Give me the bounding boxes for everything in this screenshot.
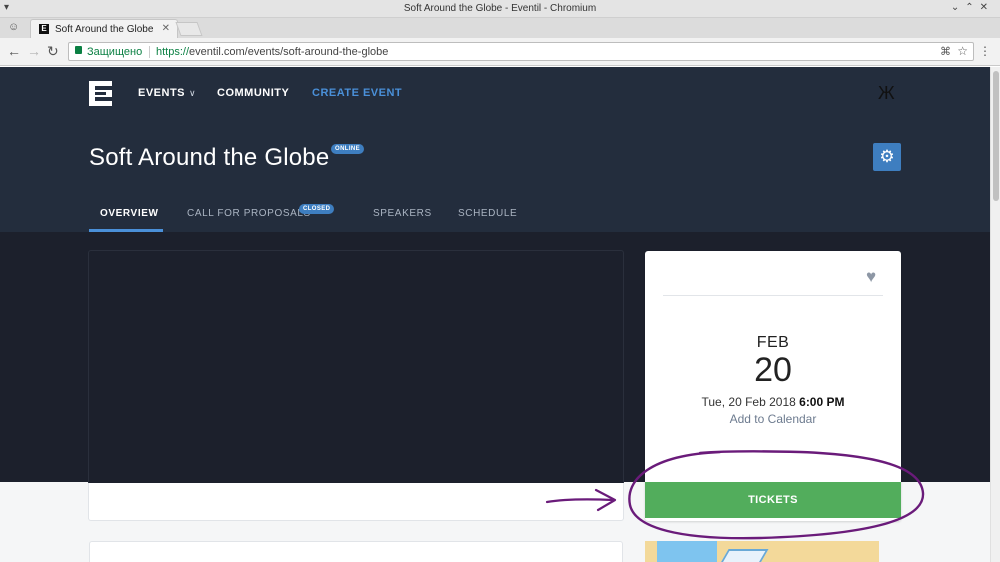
- page-scrollbar[interactable]: [990, 67, 1000, 562]
- reload-icon[interactable]: ↻: [47, 43, 59, 60]
- event-header: EVENTS ∨ COMMUNITY CREATE EVENT Ж Soft Ar…: [0, 67, 990, 232]
- favicon-icon: E: [39, 24, 49, 34]
- scrollbar-thumb[interactable]: [993, 71, 999, 201]
- menu-icon[interactable]: ⋮: [979, 44, 991, 58]
- nav-create-event[interactable]: CREATE EVENT: [312, 87, 402, 99]
- tab-call-for-proposals[interactable]: CALL FOR PROPOSALS: [187, 208, 311, 219]
- window-titlebar: ▾ Soft Around the Globe - Eventil - Chro…: [0, 0, 1000, 18]
- tab-speakers[interactable]: SPEAKERS: [373, 208, 432, 219]
- tab-schedule[interactable]: SCHEDULE: [458, 208, 517, 219]
- lock-icon: [75, 46, 82, 54]
- settings-button[interactable]: ⚙: [873, 143, 901, 171]
- url-text[interactable]: https://eventil.com/events/soft-around-t…: [156, 46, 388, 58]
- online-badge: ONLINE: [331, 144, 365, 154]
- new-tab-button[interactable]: [175, 22, 203, 36]
- close-tab-icon[interactable]: ✕: [162, 23, 170, 34]
- translate-icon[interactable]: ⌘: [940, 45, 951, 58]
- incognito-icon: ☺: [8, 21, 20, 33]
- event-cover-card: [88, 250, 624, 521]
- forward-icon[interactable]: →: [27, 43, 41, 59]
- chevron-down-icon: ∨: [189, 88, 197, 98]
- date-card: ♥ FEB 20 Tue, 20 Feb 2018 6:00 PM Add to…: [645, 251, 901, 521]
- event-date-text: Tue, 20 Feb 2018: [701, 395, 796, 409]
- event-day: 20: [754, 351, 792, 389]
- nav-events[interactable]: EVENTS ∨: [138, 87, 196, 99]
- page-viewport: EVENTS ∨ COMMUNITY CREATE EVENT Ж Soft Ar…: [0, 67, 990, 562]
- tab-overview[interactable]: OVERVIEW: [100, 208, 159, 219]
- tab-strip: ☺ E Soft Around the Globe ✕: [0, 18, 1000, 38]
- event-image: [645, 541, 879, 562]
- url-path: eventil.com/events/soft-around-the-globe: [189, 46, 389, 58]
- image-shape: [657, 541, 717, 562]
- url-protocol: https://: [156, 46, 190, 58]
- closed-badge: CLOSED: [299, 204, 335, 214]
- back-icon[interactable]: ←: [7, 43, 21, 59]
- window-title: Soft Around the Globe - Eventil - Chromi…: [403, 3, 597, 14]
- nav-community[interactable]: COMMUNITY: [217, 87, 289, 99]
- omnibox-separator: [149, 46, 150, 58]
- heart-icon[interactable]: ♥: [866, 267, 876, 287]
- nav-events-label: EVENTS: [138, 87, 186, 99]
- tickets-button[interactable]: TICKETS: [645, 482, 901, 518]
- star-icon[interactable]: ☆: [957, 44, 968, 58]
- tab-title: Soft Around the Globe: [55, 24, 154, 35]
- gear-icon: ⚙: [879, 147, 895, 166]
- card-divider: [663, 295, 883, 296]
- event-month: FEB: [756, 334, 790, 351]
- window-controls[interactable]: ⌄⌃✕: [951, 2, 994, 13]
- event-time: 6:00 PM: [799, 395, 845, 409]
- browser-tab[interactable]: E Soft Around the Globe ✕: [30, 19, 178, 38]
- address-bar[interactable]: Защищено https://eventil.com/events/soft…: [68, 42, 974, 61]
- event-datetime: Tue, 20 Feb 2018 6:00 PM: [645, 395, 901, 409]
- add-to-calendar-link[interactable]: Add to Calendar: [645, 412, 901, 426]
- eventil-logo[interactable]: [89, 81, 112, 106]
- page-title: Soft Around the Globe: [89, 144, 330, 171]
- address-row: ← → ↻ Защищено https://eventil.com/event…: [0, 38, 1000, 66]
- cover-card-footer: [88, 483, 624, 521]
- user-icon[interactable]: Ж: [878, 83, 895, 104]
- description-card: [89, 541, 623, 562]
- secure-label: Защищено: [87, 46, 143, 58]
